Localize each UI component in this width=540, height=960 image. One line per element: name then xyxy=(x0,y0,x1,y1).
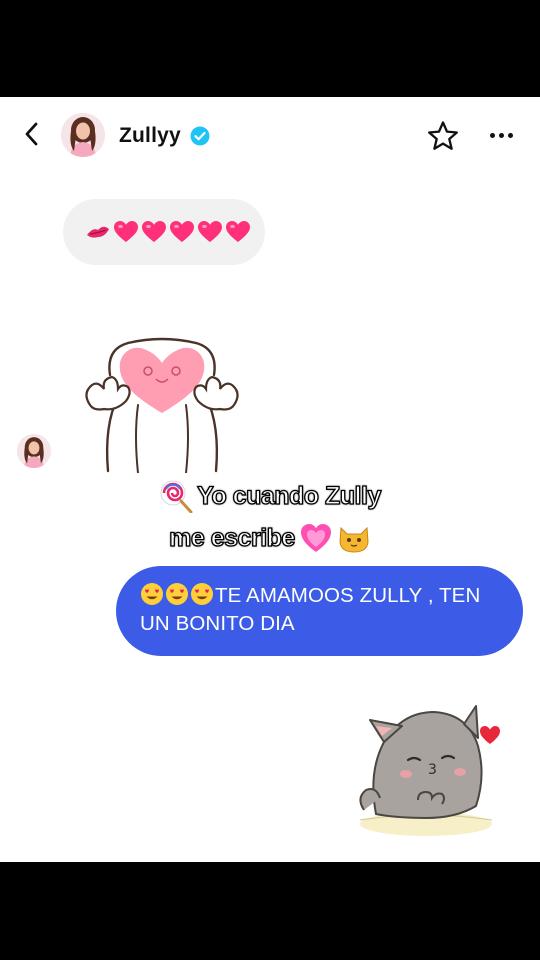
contact-avatar-small[interactable] xyxy=(17,434,51,468)
more-options-button[interactable] xyxy=(484,123,518,147)
received-emoji-message[interactable] xyxy=(63,199,265,265)
chevron-left-icon xyxy=(25,122,38,146)
star-outline-icon xyxy=(428,121,458,150)
growing-heart-icon xyxy=(300,524,331,552)
back-button[interactable] xyxy=(16,119,46,149)
heart-hug-sticker[interactable] xyxy=(78,335,246,473)
kiss-mark-icon xyxy=(87,226,109,238)
lollipop-icon xyxy=(160,480,193,513)
pink-heart-icon xyxy=(142,221,166,242)
video-caption-overlay: Yo cuando Zully me escribe xyxy=(0,475,540,559)
top-letterbox xyxy=(0,0,540,97)
svg-text:3: 3 xyxy=(428,762,437,778)
favorite-button[interactable] xyxy=(426,119,460,153)
chat-header: Zullyy xyxy=(0,97,540,177)
caption-line-1: Yo cuando Zully xyxy=(196,481,382,510)
sent-text-message[interactable]: TE AMAMOOS ZULLY , TEN UN BONITO DIA xyxy=(116,566,523,656)
more-horizontal-icon xyxy=(489,132,495,138)
cat-face-icon xyxy=(339,526,369,553)
pink-heart-icon xyxy=(226,221,250,242)
pink-heart-icon xyxy=(198,221,222,242)
pink-heart-icon xyxy=(170,221,194,242)
chat-screen: Zullyy Yo cuando Zully me escribe TE AMA… xyxy=(0,97,540,862)
pink-heart-icon xyxy=(114,221,138,242)
heart-eyes-emoji-icon xyxy=(166,583,188,605)
contact-avatar[interactable] xyxy=(61,113,105,157)
contact-name[interactable]: Zullyy xyxy=(119,124,181,148)
heart-eyes-emoji-icon xyxy=(141,583,163,605)
heart-eyes-emoji-icon xyxy=(191,583,213,605)
bottom-letterbox xyxy=(0,862,540,960)
verified-badge-icon xyxy=(190,126,210,146)
kissing-cat-sticker[interactable]: 3 xyxy=(346,702,506,838)
caption-line-2: me escribe xyxy=(169,523,296,552)
